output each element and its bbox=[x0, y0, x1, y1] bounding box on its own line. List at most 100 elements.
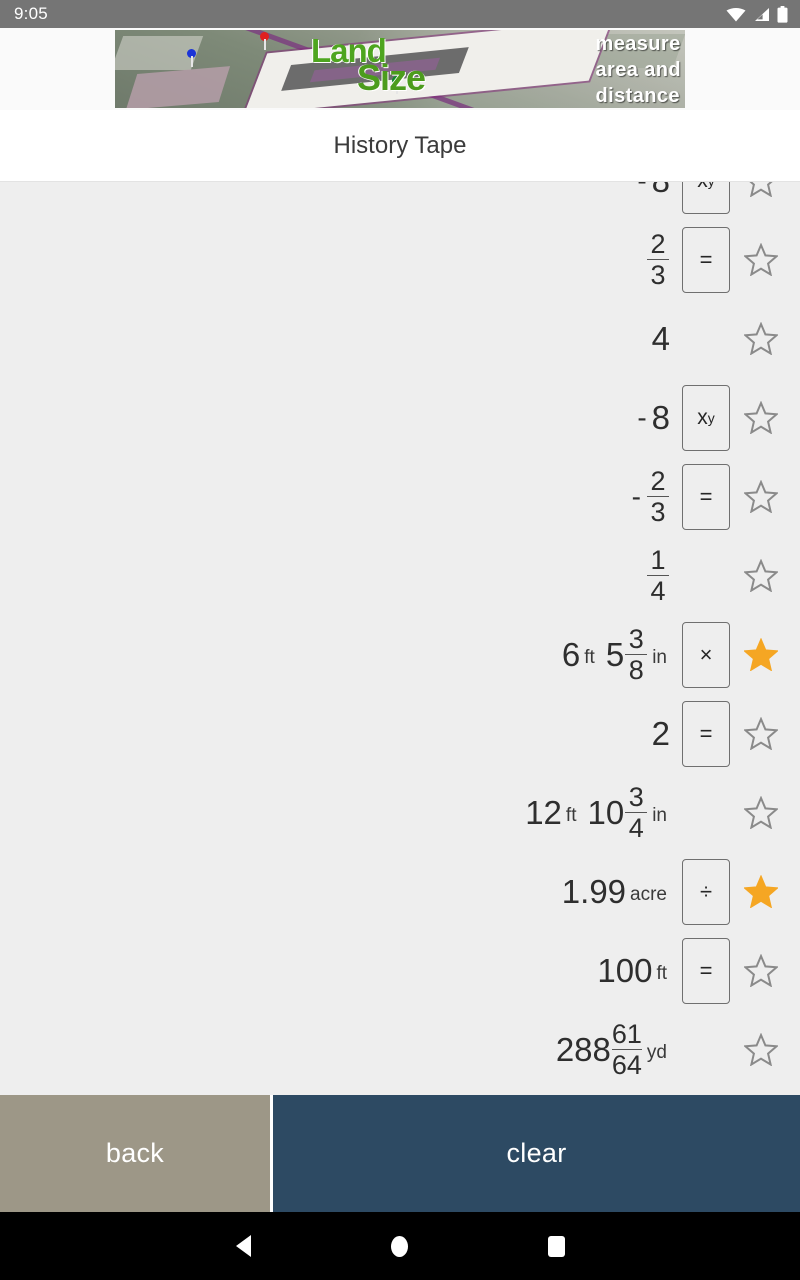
ad-tagline: measure area and distance bbox=[596, 31, 681, 108]
value-number: 288 bbox=[555, 1031, 611, 1068]
signal-icon bbox=[755, 7, 769, 21]
operator-equals-button[interactable]: = bbox=[682, 937, 730, 1004]
favorite-star-toggle[interactable] bbox=[738, 954, 784, 987]
page-title: History Tape bbox=[333, 131, 467, 159]
fraction: 61 64 bbox=[611, 1019, 642, 1080]
history-entry-expression: 288 61 64 yd bbox=[555, 1019, 670, 1080]
fraction-denominator: 4 bbox=[647, 575, 669, 605]
star-outline-icon[interactable] bbox=[744, 796, 778, 829]
fraction-denominator: 8 bbox=[625, 654, 648, 684]
ad-tagline-line2: area and bbox=[595, 59, 681, 81]
star-outline-icon[interactable] bbox=[744, 243, 778, 276]
favorite-star-toggle[interactable] bbox=[738, 243, 784, 276]
history-entry-expression: 14 bbox=[646, 544, 670, 606]
star-outline-icon[interactable] bbox=[744, 559, 778, 592]
fraction-denominator: 3 bbox=[647, 496, 669, 526]
favorite-star-toggle[interactable] bbox=[738, 796, 784, 829]
nav-back-icon[interactable] bbox=[235, 1235, 251, 1257]
history-tape-row[interactable]: 100 ft = bbox=[0, 931, 792, 1010]
star-filled-icon[interactable] bbox=[744, 875, 778, 908]
ad-brand-line2: Size bbox=[357, 57, 426, 98]
operator-power-button[interactable]: xy bbox=[682, 182, 730, 214]
value-number: 4 bbox=[651, 320, 670, 357]
history-tape-row[interactable]: 2 = bbox=[0, 694, 792, 773]
history-tape-list[interactable]: -8xy23=4-8xy-23=146ft538in×2=12ft1034in1… bbox=[0, 182, 800, 1095]
history-entry-expression: -8 bbox=[637, 182, 670, 197]
history-tape-row[interactable]: 4 bbox=[0, 299, 792, 378]
map-pin-icon bbox=[187, 49, 196, 67]
operator-divide-button[interactable]: ÷ bbox=[682, 858, 730, 925]
battery-icon bbox=[777, 5, 788, 23]
star-outline-icon[interactable] bbox=[744, 322, 778, 355]
action-button-row: back clear bbox=[0, 1095, 800, 1212]
status-bar-clock: 9:05 bbox=[14, 4, 48, 23]
unit-label: in bbox=[652, 804, 667, 826]
star-outline-icon[interactable] bbox=[744, 480, 778, 513]
operator-equals-button[interactable]: = bbox=[682, 463, 730, 530]
fraction: 38 bbox=[625, 623, 648, 685]
history-tape-row[interactable]: 14 bbox=[0, 536, 792, 615]
nav-home-icon[interactable] bbox=[390, 1235, 408, 1257]
android-navigation-bar bbox=[0, 1212, 800, 1280]
map-pin-icon bbox=[260, 32, 269, 50]
operator-multiply-button[interactable]: × bbox=[682, 621, 730, 688]
fraction-numerator: 3 bbox=[628, 623, 644, 654]
history-entry-expression: 100 ft bbox=[597, 954, 670, 987]
favorite-star-toggle[interactable] bbox=[738, 717, 784, 750]
star-outline-icon[interactable] bbox=[744, 717, 778, 750]
ad-banner[interactable]: Land Size measure area and distance bbox=[115, 30, 685, 108]
favorite-star-toggle[interactable] bbox=[738, 480, 784, 513]
favorite-star-toggle[interactable] bbox=[738, 1033, 784, 1066]
unit-label: yd bbox=[646, 1041, 667, 1063]
history-tape-row[interactable]: -8 xy bbox=[0, 182, 792, 220]
star-outline-icon[interactable] bbox=[744, 954, 778, 987]
fraction-numerator: 3 bbox=[628, 781, 644, 812]
star-filled-icon[interactable] bbox=[744, 638, 778, 671]
ad-tagline-line3: distance bbox=[595, 85, 680, 107]
unit-label: acre bbox=[630, 883, 667, 905]
status-bar: 9:05 bbox=[0, 0, 800, 28]
star-outline-icon[interactable] bbox=[744, 1033, 778, 1066]
history-entry-expression: 2 bbox=[652, 717, 670, 750]
value-number: 8 bbox=[652, 182, 670, 197]
history-tape-row[interactable]: -2 3 = bbox=[0, 457, 792, 536]
history-tape-row[interactable]: 12 ft 10 3 4 in bbox=[0, 773, 792, 852]
favorite-star-toggle[interactable] bbox=[738, 559, 784, 592]
fraction-denominator: 64 bbox=[611, 1049, 642, 1080]
value-feet: 12 bbox=[525, 794, 562, 831]
ad-banner-container[interactable]: Land Size measure area and distance bbox=[0, 28, 800, 110]
fraction: 23 bbox=[647, 466, 669, 527]
favorite-star-toggle[interactable] bbox=[738, 638, 784, 671]
operator-equals-button[interactable]: = bbox=[682, 700, 730, 767]
nav-recents-icon[interactable] bbox=[547, 1235, 565, 1257]
history-tape-row[interactable]: 288 61 64 yd bbox=[0, 1010, 792, 1089]
wifi-icon bbox=[726, 7, 746, 21]
fraction-numerator: 1 bbox=[650, 544, 666, 575]
history-tape-row[interactable]: 2 3 = bbox=[0, 220, 792, 299]
history-entry-expression: -23 bbox=[632, 466, 670, 527]
history-tape-row[interactable]: -8 xy bbox=[0, 378, 792, 457]
operator-equals-button[interactable]: = bbox=[682, 226, 730, 293]
value-number: 1.99 bbox=[561, 873, 627, 910]
favorite-star-toggle[interactable] bbox=[738, 875, 784, 908]
star-outline-icon[interactable] bbox=[744, 401, 778, 434]
favorite-star-toggle[interactable] bbox=[738, 401, 784, 434]
fraction: 23 bbox=[647, 229, 669, 290]
favorite-star-toggle[interactable] bbox=[738, 322, 784, 355]
favorite-star-toggle[interactable] bbox=[738, 182, 784, 197]
value-inches: 5 bbox=[605, 636, 625, 673]
history-tape-row[interactable]: 1.99 acre ÷ bbox=[0, 852, 792, 931]
fraction: 14 bbox=[647, 544, 669, 606]
history-tape-row[interactable]: 6 ft 5 3 8 in × bbox=[0, 615, 792, 694]
back-button[interactable]: back bbox=[0, 1095, 270, 1212]
value-sign: - bbox=[637, 182, 646, 197]
app-header: History Tape bbox=[0, 110, 800, 182]
history-entry-expression: 4 bbox=[652, 322, 670, 355]
star-outline-icon[interactable] bbox=[744, 182, 778, 197]
history-entry-expression: 6 ft 5 3 8 in bbox=[561, 623, 670, 685]
operator-power-button[interactable]: xy bbox=[682, 384, 730, 451]
unit-label: ft bbox=[584, 646, 595, 668]
value-feet: 6 bbox=[561, 636, 581, 673]
clear-button[interactable]: clear bbox=[273, 1095, 800, 1212]
history-entry-expression: 12 ft 10 3 4 in bbox=[525, 781, 670, 843]
